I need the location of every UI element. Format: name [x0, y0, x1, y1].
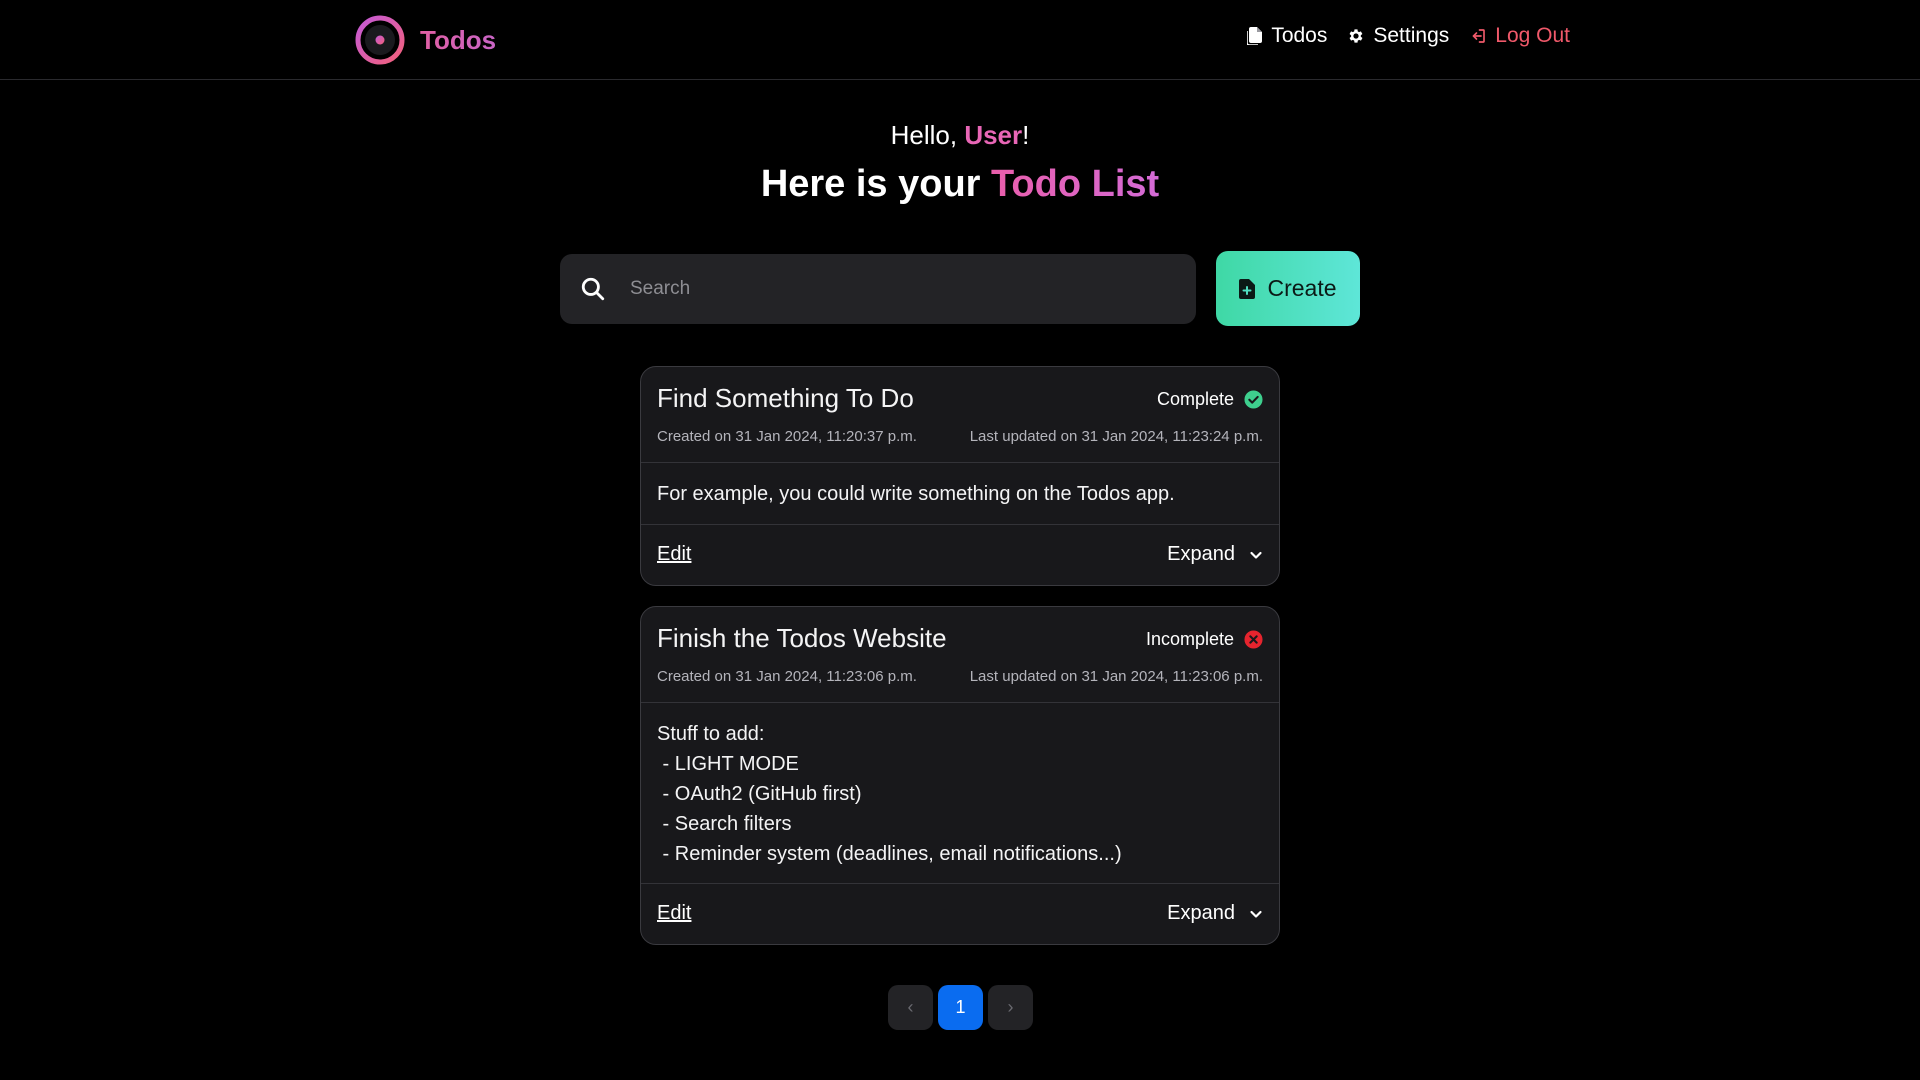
todo-card-footer: Edit Expand: [641, 884, 1279, 944]
brand-name: Todos: [420, 24, 497, 55]
pagination: ‹ 1 ›: [888, 985, 1033, 1030]
created-timestamp: Created on 31 Jan 2024, 11:20:37 p.m.: [657, 428, 917, 445]
status-badge: Complete: [1157, 389, 1263, 410]
updated-timestamp: Last updated on 31 Jan 2024, 11:23:06 p.…: [969, 668, 1263, 685]
greeting-user-name: User: [964, 120, 1023, 150]
expand-button[interactable]: Expand: [1167, 543, 1263, 566]
nav-links: Todos Settings Log Out: [1247, 24, 1570, 48]
chevron-down-icon: [1250, 910, 1262, 918]
nav-link-logout-label: Log Out: [1495, 24, 1570, 47]
todo-title: Finish the Todos Website: [657, 623, 947, 653]
nav-link-todos-label: Todos: [1271, 24, 1328, 47]
create-button-label: Create: [1267, 275, 1337, 301]
todo-card: Finish the Todos Website Incomplete Crea…: [640, 606, 1280, 945]
prev-page-button[interactable]: ‹: [888, 985, 933, 1030]
page-title: Here is your Todo List: [0, 163, 1920, 206]
todo-body-line: - OAuth2 (GitHub first): [657, 783, 862, 805]
todo-body: Stuff to add: - LIGHT MODE - OAuth2 (Git…: [641, 703, 1279, 884]
todo-body: For example, you could write something o…: [641, 463, 1279, 525]
logout-icon: [1472, 29, 1486, 43]
brand-link[interactable]: Todos: [355, 15, 496, 65]
status-label: Complete: [1156, 389, 1234, 409]
search-input[interactable]: [630, 254, 1180, 324]
expand-label: Expand: [1167, 902, 1235, 924]
updated-timestamp: Last updated on 31 Jan 2024, 11:23:24 p.…: [969, 428, 1263, 445]
nav-link-todos[interactable]: Todos: [1247, 24, 1327, 48]
status-badge: Incomplete: [1146, 629, 1263, 650]
todo-body-line: Stuff to add:: [657, 723, 765, 745]
expand-label: Expand: [1167, 543, 1235, 565]
greeting: Hello, User!: [0, 120, 1920, 151]
todo-meta: Created on 31 Jan 2024, 11:20:37 p.m. La…: [657, 428, 1263, 445]
expand-button[interactable]: Expand: [1167, 902, 1263, 925]
file-plus-icon: [1239, 278, 1256, 299]
todo-title: Find Something To Do: [657, 383, 914, 413]
chevron-down-icon: [1250, 551, 1262, 559]
todo-card: Find Something To Do Complete Created on…: [640, 366, 1280, 586]
next-page-button[interactable]: ›: [988, 985, 1033, 1030]
navbar: Todos Todos Settings Log Out: [0, 0, 1920, 80]
status-label: Incomplete: [1145, 629, 1234, 649]
todo-body-line: For example, you could write something o…: [657, 483, 1175, 505]
greeting-prefix: Hello,: [890, 120, 965, 150]
greeting-suffix: !: [1022, 120, 1030, 150]
search-icon: [581, 277, 605, 301]
todo-body-line: - LIGHT MODE: [657, 753, 799, 775]
todo-card-header: Finish the Todos Website Incomplete Crea…: [641, 607, 1279, 703]
document-stack-icon: [1247, 27, 1263, 45]
brand-logo-icon: [355, 15, 405, 65]
todo-body-line: - Search filters: [657, 813, 792, 835]
nav-link-logout[interactable]: Log Out: [1469, 24, 1570, 48]
page-title-accent: Todo List: [991, 163, 1160, 205]
nav-link-settings[interactable]: Settings: [1347, 24, 1449, 48]
check-circle-icon: [1244, 390, 1263, 409]
page-button-current[interactable]: 1: [938, 985, 983, 1030]
todo-body-line: - Reminder system (deadlines, email noti…: [657, 843, 1122, 865]
todo-card-header: Find Something To Do Complete Created on…: [641, 367, 1279, 463]
create-button[interactable]: Create: [1216, 251, 1360, 326]
page-title-prefix: Here is your: [760, 163, 992, 205]
gear-icon: [1349, 29, 1363, 43]
todo-card-footer: Edit Expand: [641, 525, 1279, 585]
created-timestamp: Created on 31 Jan 2024, 11:23:06 p.m.: [657, 668, 917, 685]
todo-meta: Created on 31 Jan 2024, 11:23:06 p.m. La…: [657, 668, 1263, 685]
edit-link[interactable]: Edit: [657, 543, 691, 566]
search-box: [560, 254, 1196, 324]
nav-link-settings-label: Settings: [1373, 24, 1450, 47]
x-circle-icon: [1244, 630, 1263, 649]
edit-link[interactable]: Edit: [657, 902, 691, 925]
